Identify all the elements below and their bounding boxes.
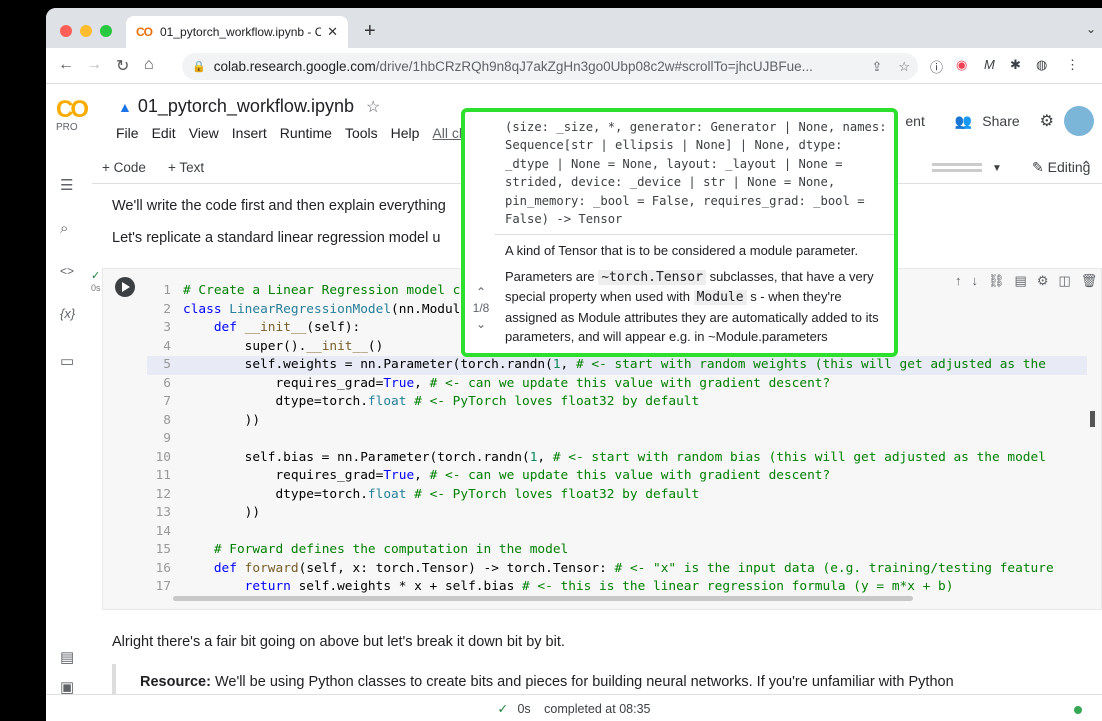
reload-icon[interactable]: ↻ xyxy=(116,56,129,76)
command-palette-icon[interactable]: ▤ xyxy=(60,648,74,666)
minimize-window-button[interactable] xyxy=(80,25,92,37)
tooltip-detail: Parameters are ~torch.Tensor subclasses,… xyxy=(505,268,879,345)
resources-indicator[interactable] xyxy=(932,160,982,180)
tab-title: 01_pytorch_workflow.ipynb - C xyxy=(160,25,322,39)
colab-favicon-icon: CO xyxy=(136,25,153,39)
extensions-puzzle-icon[interactable]: ✱ xyxy=(1010,57,1021,73)
files-folder-icon[interactable]: ▭ xyxy=(60,352,74,370)
run-cell-button[interactable] xyxy=(115,277,135,297)
share-page-icon[interactable]: ⇪ xyxy=(871,59,882,75)
vertical-scroll-marker xyxy=(1090,411,1095,427)
share-button[interactable]: Share xyxy=(982,113,1019,129)
tab-search-icon[interactable]: ⌄ xyxy=(1086,22,1096,36)
add-code-button[interactable]: + Code xyxy=(102,160,146,175)
text-cell-explanation: Alright there's a fair bit going on abov… xyxy=(112,634,565,650)
maximize-window-button[interactable] xyxy=(100,25,112,37)
code-line: 17 return self.weights * x + self.bias #… xyxy=(155,579,954,594)
menu-edit[interactable]: Edit xyxy=(152,125,176,141)
status-bar: ✓ 0s completed at 08:35 xyxy=(46,694,1102,721)
colab-logo[interactable]: CO PRO xyxy=(56,96,90,133)
new-tab-button[interactable]: + xyxy=(364,20,376,43)
table-of-contents-icon[interactable]: ☰ xyxy=(60,176,73,194)
search-icon[interactable]: ⌕ xyxy=(60,220,68,237)
code-line: 12 dtype=torch.float # <- PyTorch loves … xyxy=(155,486,700,502)
text-cell-intro: We'll write the code first and then expl… xyxy=(112,198,446,214)
menu-insert[interactable]: Insert xyxy=(232,125,267,141)
menu-bar: File Edit View Insert Runtime Tools Help… xyxy=(116,125,467,141)
forward-icon[interactable]: → xyxy=(86,56,102,74)
extension-info-icon[interactable]: ⓘ xyxy=(930,57,943,76)
menu-help[interactable]: Help xyxy=(391,125,420,141)
close-window-button[interactable] xyxy=(60,25,72,37)
tooltip-signature: (size: _size, *, generator: Generator | … xyxy=(505,120,887,227)
code-snippets-icon[interactable]: <> xyxy=(60,264,74,278)
close-tab-icon[interactable]: ✕ xyxy=(327,24,338,40)
menu-tools[interactable]: Tools xyxy=(345,125,378,141)
code-line: 5 self.weights = nn.Parameter(torch.rand… xyxy=(147,356,1087,375)
menu-view[interactable]: View xyxy=(189,125,219,141)
code-line: 16 def forward(self, x: torch.Tensor) ->… xyxy=(155,560,1054,576)
add-text-button[interactable]: + Text xyxy=(168,160,204,175)
menu-runtime[interactable]: Runtime xyxy=(280,125,332,141)
success-check-icon: ✓ xyxy=(91,270,101,282)
bookmark-star-icon[interactable]: ☆ xyxy=(898,59,910,75)
tooltip-divider xyxy=(495,234,894,236)
tab-strip: CO 01_pytorch_workflow.ipynb - C ✕ + ⌄ xyxy=(46,8,1102,48)
connection-status-icon[interactable] xyxy=(1074,706,1082,714)
variables-icon[interactable]: {x} xyxy=(60,306,75,321)
code-line: 8 )) xyxy=(163,412,261,428)
lock-icon: 🔒 xyxy=(192,61,206,73)
settings-gear-icon[interactable]: ⚙ xyxy=(1040,111,1054,131)
collapse-header-icon[interactable]: ⌃ xyxy=(1080,158,1092,175)
horizontal-scrollbar[interactable] xyxy=(173,596,913,601)
code-line: 10 self.bias = nn.Parameter(torch.randn(… xyxy=(155,449,1046,465)
address-bar: ← → ↻ ⌂ 🔒 colab.research.google.com/driv… xyxy=(46,48,1102,84)
runtime-dropdown-icon[interactable]: ▼ xyxy=(992,163,1002,174)
left-rail: ☰ ⌕ <> {x} ▭ ▤ ▣ xyxy=(46,154,92,696)
comment-button[interactable]: ent xyxy=(905,113,924,129)
code-line: 6 requires_grad=True, # <- can we update… xyxy=(163,375,831,391)
browser-tab[interactable]: CO 01_pytorch_workflow.ipynb - C ✕ xyxy=(126,16,348,48)
pocket-icon[interactable]: ◉ xyxy=(956,57,967,73)
code-line: 7 dtype=torch.float # <- PyTorch loves f… xyxy=(163,394,700,409)
status-check-icon: ✓ xyxy=(497,702,508,716)
avatar[interactable] xyxy=(1064,106,1094,136)
star-icon[interactable]: ☆ xyxy=(366,97,380,117)
people-icon: 👥 xyxy=(954,112,973,129)
code-line: 14 xyxy=(155,523,171,539)
notebook-title[interactable]: ▲ 01_pytorch_workflow.ipynb ☆ xyxy=(118,96,380,117)
text-cell-replicate: Let's replicate a standard linear regres… xyxy=(112,230,441,246)
next-overload-icon[interactable]: ⌄ xyxy=(469,316,493,332)
code-line: 9 xyxy=(163,431,171,446)
signature-help-tooltip: (size: _size, *, generator: Generator | … xyxy=(461,108,898,357)
status-time: 0s xyxy=(517,702,531,716)
url-field[interactable]: 🔒 colab.research.google.com/drive/1hbCRz… xyxy=(182,53,918,80)
menu-file[interactable]: File xyxy=(116,125,139,141)
drive-icon: ▲ xyxy=(118,98,132,115)
extension-m-icon[interactable]: M xyxy=(984,57,995,72)
overload-page: 1/8 xyxy=(472,301,490,315)
previous-overload-icon[interactable]: ⌃ xyxy=(469,284,493,300)
code-line: 11 requires_grad=True, # <- can we updat… xyxy=(155,468,831,483)
exec-time: 0s xyxy=(91,283,101,293)
back-icon[interactable]: ← xyxy=(58,56,74,74)
browser-menu-icon[interactable]: ⋮ xyxy=(1066,57,1079,73)
profile-icon[interactable]: ◍ xyxy=(1036,57,1047,73)
overload-navigator: ⌃ 1/8 ⌄ xyxy=(469,284,493,332)
home-icon[interactable]: ⌂ xyxy=(144,56,154,74)
url-text: colab.research.google.com/drive/1hbCRzRQ… xyxy=(213,59,813,74)
status-text: completed at 08:35 xyxy=(544,702,651,716)
code-line: 13 )) xyxy=(155,505,261,520)
header-actions: ent 👥 Share ⚙ xyxy=(905,106,1094,136)
code-line: 15 # Forward defines the computation in … xyxy=(155,542,569,557)
tooltip-summary: A kind of Tensor that is to be considere… xyxy=(505,243,859,259)
